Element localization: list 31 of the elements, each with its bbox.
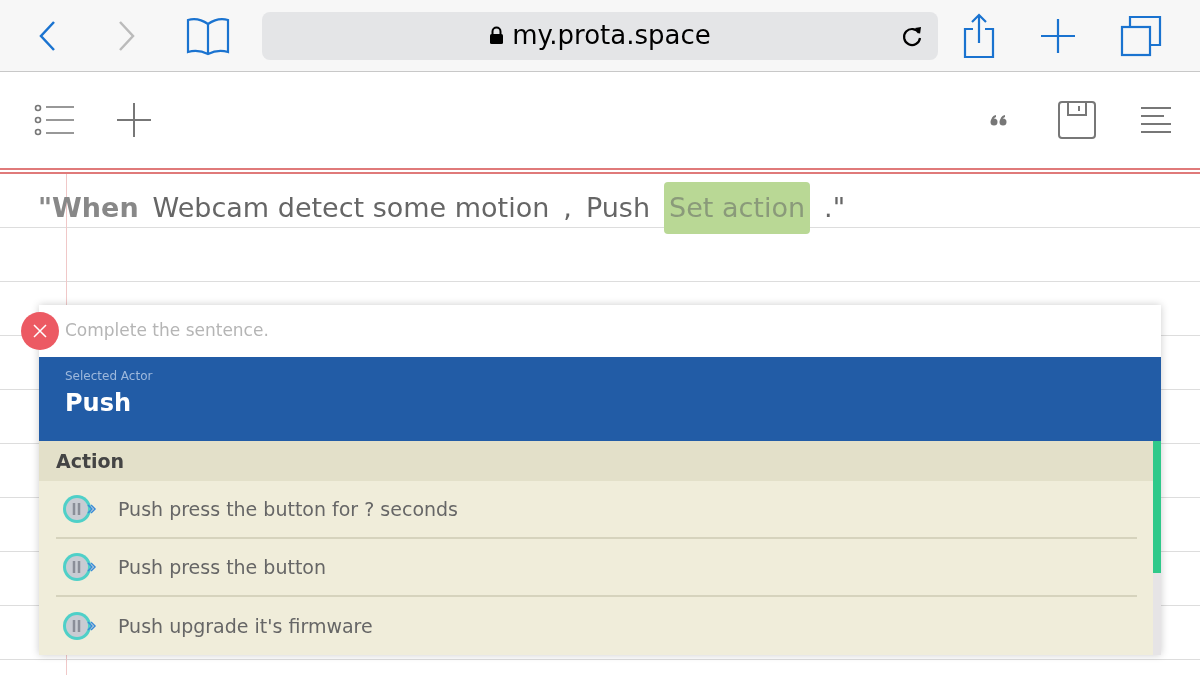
lock-icon — [489, 26, 505, 45]
save-icon[interactable] — [1058, 101, 1096, 139]
tabs-icon[interactable] — [1120, 14, 1162, 57]
header-label: Selected Actor — [65, 368, 153, 385]
action-item[interactable]: Push press the button — [56, 539, 1137, 597]
menu-icon[interactable] — [1140, 106, 1172, 134]
action-item[interactable]: Push press the button for ? seconds — [56, 481, 1137, 539]
sentence-text: , — [563, 190, 572, 225]
action-icon — [62, 551, 98, 583]
action-icon — [62, 493, 98, 525]
sentence-text: ." — [824, 190, 846, 225]
sentence-text: Push — [585, 190, 651, 225]
prompt-text: Complete the sentence. — [65, 319, 269, 343]
action-item[interactable]: Push upgrade it's firmware — [56, 597, 1137, 655]
back-icon[interactable] — [38, 19, 56, 52]
scrollbar[interactable] — [1153, 441, 1161, 655]
url-text: my.prota.space — [512, 19, 711, 52]
book-icon[interactable] — [186, 15, 230, 56]
close-button[interactable] — [21, 312, 59, 350]
address-bar[interactable]: my.prota.space — [262, 11, 938, 60]
add-icon[interactable] — [116, 102, 152, 138]
list-icon[interactable] — [34, 104, 74, 136]
section-title: Action — [56, 448, 125, 474]
quote-icon[interactable] — [990, 114, 1008, 126]
close-icon — [33, 324, 47, 338]
share-icon[interactable] — [962, 12, 996, 59]
sentence-text: Webcam detect some motion — [152, 190, 550, 225]
actor-name: Push — [65, 388, 132, 419]
plus-icon[interactable] — [1040, 17, 1076, 54]
sentence-keyword: "When — [38, 190, 139, 225]
action-icon — [62, 610, 98, 642]
